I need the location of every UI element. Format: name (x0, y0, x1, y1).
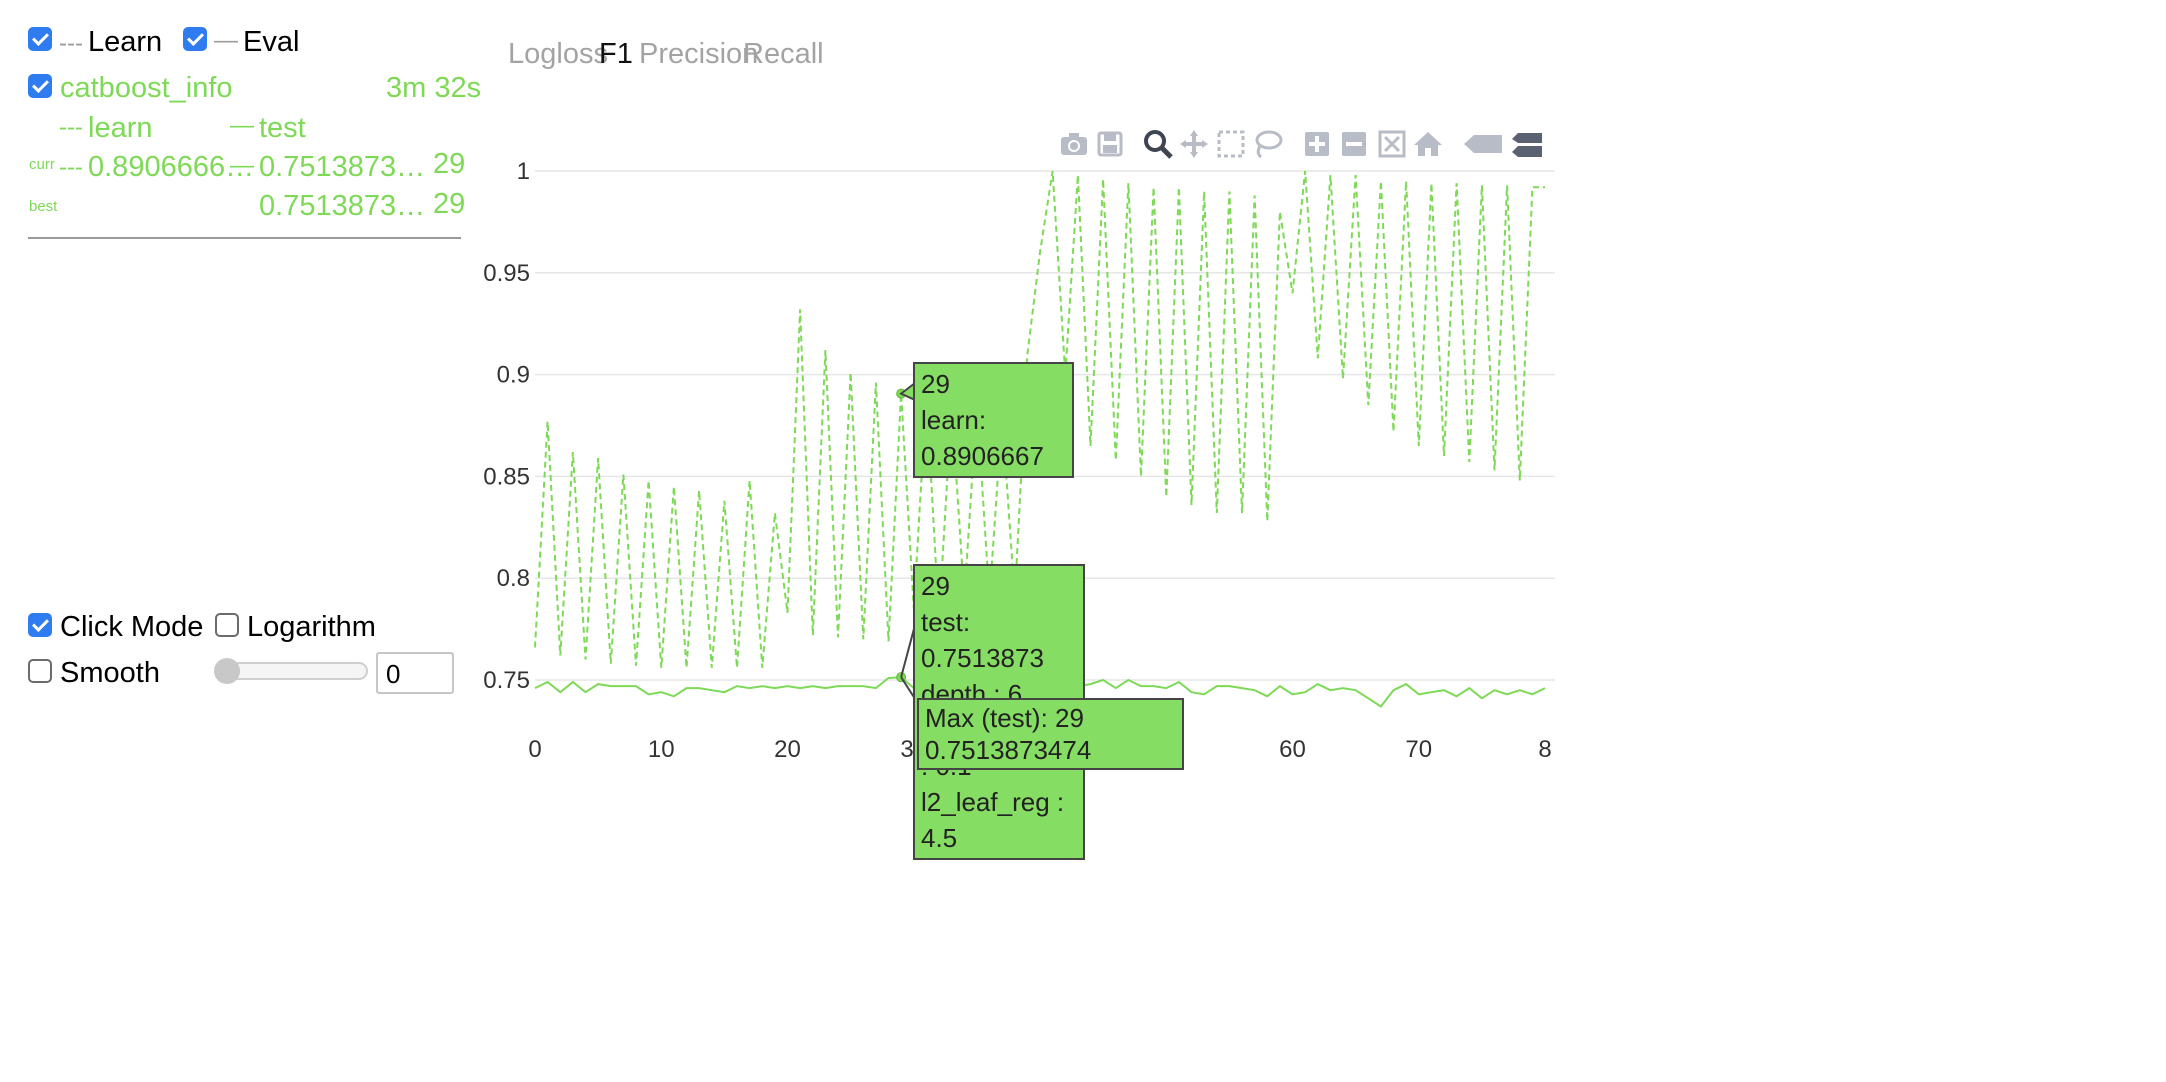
y-tick-label: 0.85 (483, 463, 530, 490)
y-tick-label: 0.95 (483, 260, 530, 287)
x-tick-label: 10 (648, 736, 675, 763)
tooltip-test-value: test: 0.7513873 (921, 607, 1044, 673)
f1-line-chart[interactable]: 0.750.80.850.90.9510102030405060708 (0, 0, 2166, 1082)
x-tick-label: 60 (1279, 736, 1306, 763)
learn-hover-tooltip: 29 learn: 0.8906667 (913, 362, 1074, 478)
y-tick-label: 0.8 (497, 565, 530, 592)
tooltip-learn-value: learn: 0.8906667 (921, 405, 1044, 471)
max-test-annotation: Max (test): 29 0.7513873474 (917, 698, 1184, 770)
y-tick-label: 0.75 (483, 667, 530, 694)
y-tick-label: 0.9 (497, 362, 530, 389)
x-tick-label: 70 (1405, 736, 1432, 763)
tooltip-iteration: 29 (921, 369, 950, 399)
tooltip-iteration: 29 (921, 571, 950, 601)
x-tick-label: 8 (1538, 736, 1551, 763)
x-tick-label: 20 (774, 736, 801, 763)
tooltip-l2-leaf-reg: l2_leaf_reg : 4.5 (921, 787, 1065, 853)
x-tick-label: 0 (528, 736, 541, 763)
y-tick-label: 1 (517, 158, 530, 185)
